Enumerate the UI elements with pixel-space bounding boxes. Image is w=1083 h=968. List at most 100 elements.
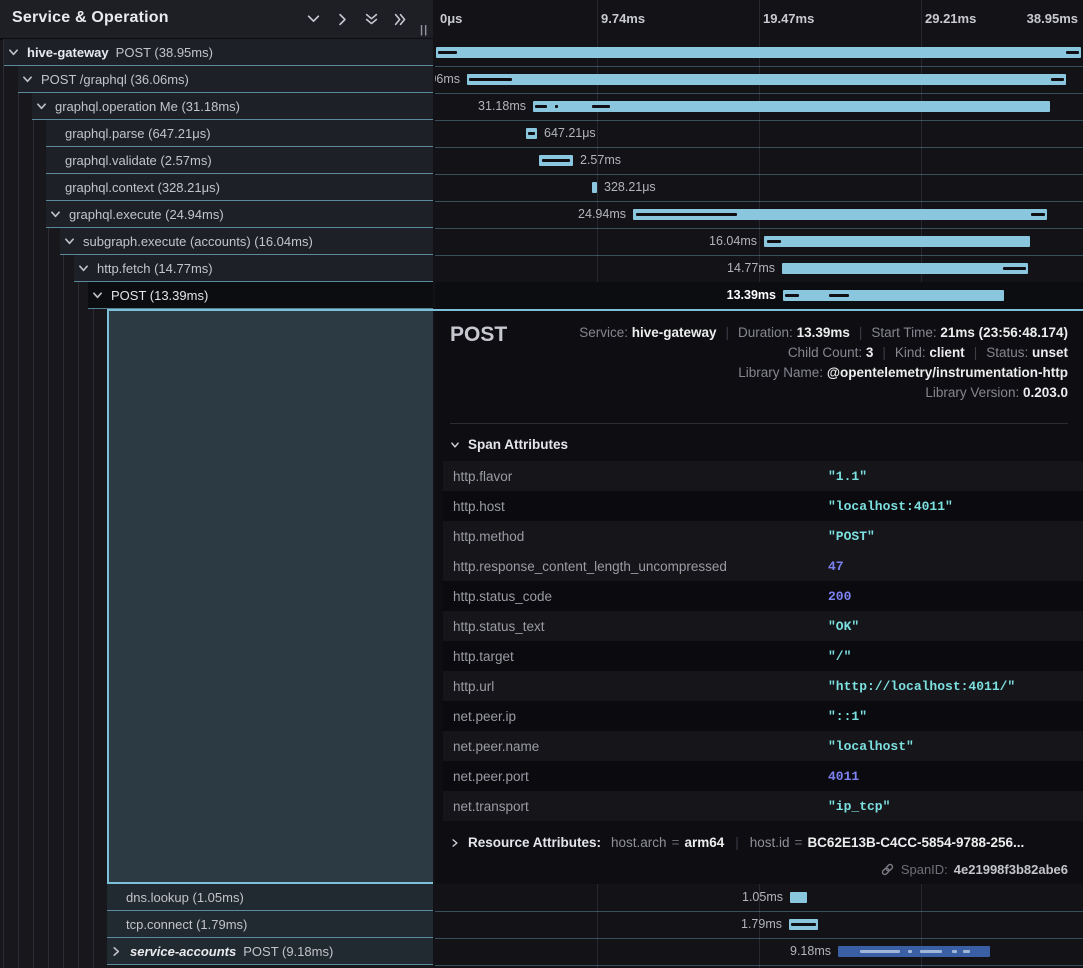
span-timeline-row[interactable]: 24.94ms: [435, 201, 1083, 229]
span-row-name[interactable]: dns.lookup (1.05ms): [107, 884, 433, 911]
attribute-key: net.peer.ip: [453, 709, 828, 724]
span-row[interactable]: dns.lookup (1.05ms): [0, 884, 433, 911]
span-operation-name: graphql.operation Me (31.18ms): [55, 99, 240, 114]
child-span-marker: [1051, 78, 1064, 81]
span-row[interactable]: graphql.operation Me (31.18ms): [0, 93, 433, 120]
attribute-key: net.peer.port: [453, 769, 828, 784]
chevron-down-icon[interactable]: [36, 101, 47, 112]
child-span-marker: [785, 294, 799, 297]
span-row-name[interactable]: http.fetch (14.77ms): [74, 255, 433, 282]
resource-separator: |: [735, 835, 739, 850]
span-duration-bar[interactable]: [467, 74, 1066, 85]
span-duration-label: 2.57ms: [580, 153, 621, 167]
span-timeline-row[interactable]: 14.77ms: [435, 255, 1083, 283]
span-timeline-row[interactable]: 16.04ms: [435, 228, 1083, 256]
span-duration-bar[interactable]: [533, 101, 1050, 112]
span-duration-bar[interactable]: [539, 155, 573, 166]
span-timeline-row[interactable]: 13.39ms: [435, 282, 1083, 310]
span-row[interactable]: subgraph.execute (accounts) (16.04ms): [0, 228, 433, 255]
overview-label: Kind:: [895, 345, 930, 360]
span-row[interactable]: POST /graphql (36.06ms): [0, 66, 433, 93]
span-row-name[interactable]: POST /graphql (36.06ms): [18, 66, 433, 93]
span-attributes-section-toggle[interactable]: Span Attributes: [450, 437, 568, 452]
resource-attributes-row[interactable]: Resource Attributes: host.arch=arm64|hos…: [450, 835, 1024, 850]
span-row-name[interactable]: graphql.parse (647.21μs): [46, 120, 433, 147]
span-row-name[interactable]: POST (13.39ms): [88, 282, 433, 309]
span-service-name: service-accounts: [130, 944, 236, 959]
span-timeline-row[interactable]: 1.79ms: [435, 911, 1083, 939]
service-operation-title: Service & Operation: [12, 9, 169, 27]
span-timeline-row[interactable]: 31.18ms: [435, 93, 1083, 121]
span-timeline-row[interactable]: 36.06ms: [435, 66, 1083, 94]
span-row[interactable]: graphql.context (328.21μs): [0, 174, 433, 201]
span-overview-line: Child Count: 3|Kind: client|Status: unse…: [579, 345, 1068, 360]
link-icon[interactable]: [880, 862, 895, 877]
span-duration-bar[interactable]: [838, 946, 990, 957]
span-duration-bar[interactable]: [526, 128, 537, 139]
child-span-marker: [952, 950, 957, 953]
span-timeline-row[interactable]: 2.57ms: [435, 147, 1083, 175]
child-span-marker: [829, 294, 849, 297]
span-row-name[interactable]: graphql.validate (2.57ms): [46, 147, 433, 174]
child-span-marker: [438, 51, 457, 54]
span-row[interactable]: POST (13.39ms): [0, 282, 433, 309]
attribute-value: 47: [828, 559, 844, 574]
span-row[interactable]: hive-gatewayPOST (38.95ms): [0, 39, 433, 66]
double-chevron-right-icon[interactable]: [393, 13, 408, 26]
span-attributes-table: http.flavor"1.1"http.host"localhost:4011…: [443, 461, 1083, 821]
span-row-name[interactable]: graphql.operation Me (31.18ms): [32, 93, 433, 120]
span-row-name[interactable]: graphql.context (328.21μs): [46, 174, 433, 201]
attribute-value: "ip_tcp": [828, 799, 890, 814]
chevron-down-icon[interactable]: [8, 47, 19, 58]
attribute-value: "1.1": [828, 469, 867, 484]
span-duration-bar[interactable]: [782, 263, 1028, 274]
double-chevron-down-icon[interactable]: [364, 13, 379, 26]
attribute-row: net.peer.name"localhost": [443, 731, 1083, 761]
span-row-name[interactable]: subgraph.execute (accounts) (16.04ms): [60, 228, 433, 255]
span-duration-bar[interactable]: [783, 290, 1004, 301]
chevron-down-icon[interactable]: [22, 74, 33, 85]
span-timeline-row[interactable]: 9.18ms: [435, 938, 1083, 966]
span-overview-line: Library Name: @opentelemetry/instrumenta…: [579, 365, 1068, 380]
chevron-down-icon[interactable]: [78, 263, 89, 274]
span-row-name[interactable]: graphql.execute (24.94ms): [46, 201, 433, 228]
chevron-right-icon[interactable]: [335, 13, 350, 26]
span-duration-bar[interactable]: [789, 919, 818, 930]
span-duration-bar[interactable]: [592, 182, 597, 193]
span-duration-bar[interactable]: [790, 892, 807, 903]
chevron-down-icon[interactable]: [306, 13, 321, 26]
overview-separator: |: [859, 325, 863, 340]
chevron-down-icon[interactable]: [50, 209, 61, 220]
span-duration-bar[interactable]: [764, 236, 1030, 247]
span-row[interactable]: tcp.connect (1.79ms): [0, 911, 433, 938]
span-timeline-row[interactable]: 328.21μs: [435, 174, 1083, 202]
span-row[interactable]: service-accountsPOST (9.18ms): [0, 938, 433, 965]
chevron-down-icon[interactable]: [92, 290, 103, 301]
attribute-row: net.peer.port4011: [443, 761, 1083, 791]
attribute-row: http.host"localhost:4011": [443, 491, 1083, 521]
span-row-name[interactable]: tcp.connect (1.79ms): [107, 911, 433, 938]
overview-separator: |: [882, 345, 886, 360]
chevron-down-icon[interactable]: [64, 236, 75, 247]
span-row-name[interactable]: hive-gatewayPOST (38.95ms): [4, 39, 433, 66]
span-duration-bar[interactable]: [633, 209, 1047, 220]
span-row-name[interactable]: service-accountsPOST (9.18ms): [107, 938, 433, 965]
span-timeline-row[interactable]: [435, 39, 1083, 67]
timeline-tick-label: 9.74ms: [601, 11, 645, 26]
span-row[interactable]: graphql.parse (647.21μs): [0, 120, 433, 147]
resource-equals: =: [795, 835, 803, 850]
span-timeline-row[interactable]: 647.21μs: [435, 120, 1083, 148]
chevron-right-icon[interactable]: [111, 946, 122, 957]
span-overview-line: Library Version: 0.203.0: [579, 385, 1068, 400]
span-row[interactable]: graphql.validate (2.57ms): [0, 147, 433, 174]
attribute-row: net.peer.ip"::1": [443, 701, 1083, 731]
span-duration-bar[interactable]: [436, 47, 1081, 58]
chevron-down-icon: [450, 440, 460, 450]
span-timeline-row[interactable]: 1.05ms: [435, 884, 1083, 912]
span-title: POST: [450, 323, 507, 347]
panel-drag-handle[interactable]: ||: [420, 24, 428, 36]
span-row[interactable]: graphql.execute (24.94ms): [0, 201, 433, 228]
span-row[interactable]: http.fetch (14.77ms): [0, 255, 433, 282]
overview-value: hive-gateway: [632, 325, 717, 340]
trace-viewer: 0μs9.74ms19.47ms29.21ms38.95ms36.06ms31.…: [0, 0, 1083, 968]
